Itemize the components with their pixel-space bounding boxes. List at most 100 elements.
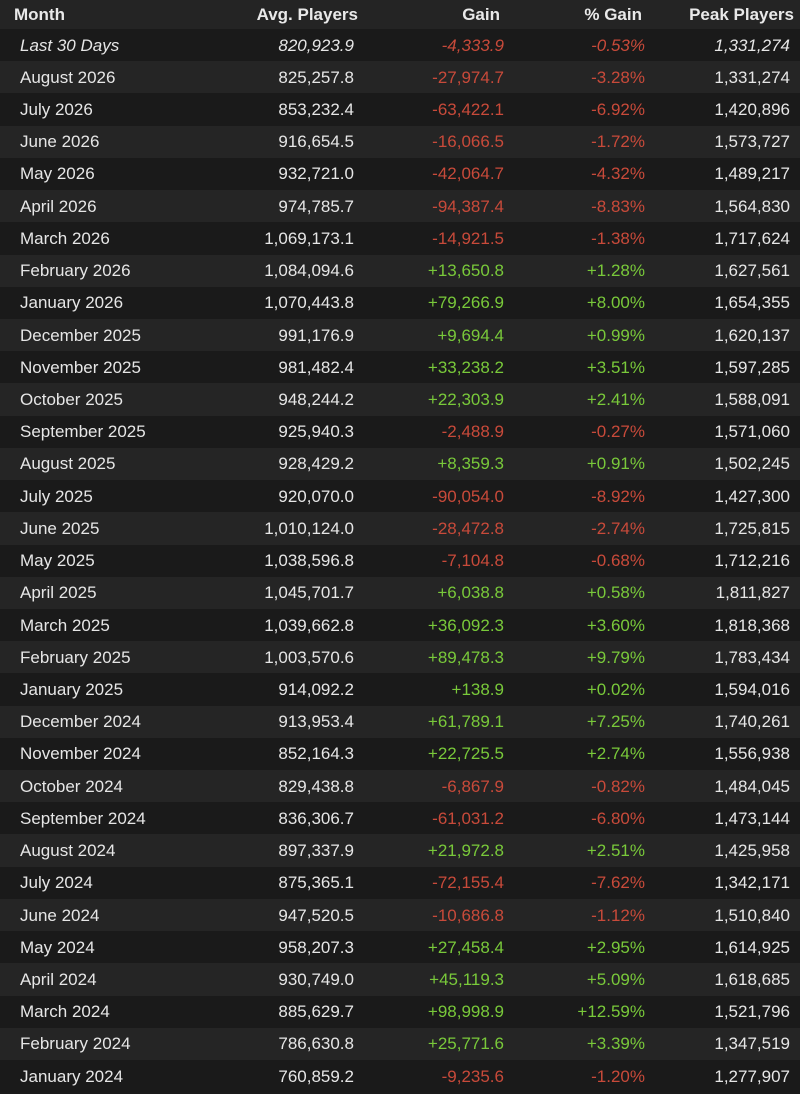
gain-cell: +138.9	[451, 679, 504, 699]
avg-players-cell: 916,654.5	[278, 132, 354, 152]
avg-players-cell: 930,749.0	[278, 969, 354, 989]
gain-cell: -72,155.4	[432, 873, 504, 893]
peak-players-cell: 1,473,144	[714, 808, 790, 828]
table-row: April 2025 1,045,701.7 +6,038.8 +0.58% 1,811…	[0, 576, 800, 609]
peak-players-cell: 1,740,261	[714, 712, 790, 732]
avg-players-cell: 981,482.4	[278, 357, 354, 377]
table-row: December 2025 991,176.9 +9,694.4 +0.99% 1,62…	[0, 318, 800, 352]
peak-players-cell: 1,783,434	[714, 647, 790, 667]
gain-cell: -16,066.5	[432, 132, 504, 152]
peak-players-cell: 1,654,355	[714, 293, 790, 313]
table-row: August 2025 928,429.2 +8,359.3 +0.91% 1,502,…	[0, 447, 800, 481]
avg-players-cell: 1,070,443.8	[264, 293, 354, 313]
peak-players-cell: 1,347,519	[714, 1034, 790, 1054]
gain-cell: +25,771.6	[427, 1034, 504, 1054]
avg-players-cell: 853,232.4	[278, 100, 354, 120]
percent-gain-cell: -0.53%	[591, 35, 645, 55]
avg-players-cell: 913,953.4	[278, 712, 354, 732]
avg-players-cell: 820,923.9	[278, 35, 354, 55]
avg-players-cell: 1,045,701.7	[264, 583, 354, 603]
avg-players-cell: 760,859.2	[278, 1066, 354, 1086]
header-percent-gain[interactable]: % Gain	[510, 6, 655, 23]
percent-gain-cell: -1.38%	[591, 228, 645, 248]
gain-cell: -7,104.8	[441, 551, 504, 571]
peak-players-cell: 1,811,827	[715, 583, 790, 603]
table-header: Month Avg. Players Gain % Gain Peak Play…	[0, 0, 800, 29]
table-row: January 2026 1,070,443.8 +79,266.9 +8.00% 1,…	[0, 286, 800, 319]
table-body: Last 30 Days 820,923.9 -4,333.9 -0.53% 1,331…	[0, 29, 800, 1093]
month-cell: March 2026	[20, 228, 110, 248]
avg-players-cell: 1,010,124.0	[264, 518, 354, 538]
month-cell: July 2026	[20, 100, 93, 120]
gain-cell: -14,921.5	[432, 228, 504, 248]
table-row: November 2025 981,482.4 +33,238.2 +3.51% 1,5…	[0, 351, 800, 384]
month-cell: May 2026	[20, 164, 95, 184]
peak-players-cell: 1,342,171	[714, 873, 790, 893]
avg-players-cell: 925,940.3	[278, 422, 354, 442]
avg-players-cell: 825,257.8	[278, 67, 354, 87]
gain-cell: -4,333.9	[441, 35, 504, 55]
percent-gain-cell: +1.28%	[586, 261, 645, 281]
table-row: July 2026 853,232.4 -63,422.1 -6.92% 1,420,8…	[0, 93, 800, 126]
month-cell: June 2025	[20, 518, 100, 538]
gain-cell: +45,119.3	[429, 969, 504, 989]
player-stats-table: Month Avg. Players Gain % Gain Peak Play…	[0, 0, 800, 1094]
month-cell: February 2024	[20, 1034, 131, 1054]
avg-players-cell: 958,207.3	[278, 937, 354, 957]
table-row: November 2024 852,164.3 +22,725.5 +2.74% 1,5…	[0, 737, 800, 771]
percent-gain-cell: -4.32%	[591, 164, 645, 184]
percent-gain-cell: +8.00%	[586, 293, 645, 313]
peak-players-cell: 1,818,368	[714, 615, 790, 635]
peak-players-cell: 1,627,561	[714, 261, 790, 281]
header-peak-players[interactable]: Peak Players	[655, 6, 800, 23]
percent-gain-cell: +0.58%	[586, 583, 645, 603]
peak-players-cell: 1,277,907	[714, 1066, 790, 1086]
avg-players-cell: 786,630.8	[278, 1034, 354, 1054]
header-month[interactable]: Month	[0, 6, 215, 23]
percent-gain-cell: +7.25%	[586, 712, 645, 732]
header-avg-players[interactable]: Avg. Players	[215, 6, 360, 23]
peak-players-cell: 1,571,060	[714, 422, 790, 442]
peak-players-cell: 1,564,830	[714, 196, 790, 216]
header-gain[interactable]: Gain	[360, 6, 510, 23]
month-cell: September 2025	[20, 422, 146, 442]
avg-players-cell: 932,721.0	[278, 164, 354, 184]
peak-players-cell: 1,620,137	[714, 325, 790, 345]
peak-players-cell: 1,717,624	[714, 228, 790, 248]
month-cell: January 2026	[20, 293, 124, 313]
table-row: February 2026 1,084,094.6 +13,650.8 +1.28% 1…	[0, 254, 800, 287]
gain-cell: -42,064.7	[432, 164, 504, 184]
month-cell: January 2024	[20, 1066, 124, 1086]
avg-players-cell: 991,176.9	[278, 325, 354, 345]
avg-players-cell: 914,092.2	[278, 679, 354, 699]
percent-gain-cell: -6.92%	[591, 100, 645, 120]
avg-players-cell: 1,084,094.6	[264, 261, 354, 281]
table-row: August 2024 897,337.9 +21,972.8 +2.51% 1,425…	[0, 834, 800, 867]
gain-cell: -28,472.8	[432, 518, 504, 538]
peak-players-cell: 1,597,285	[714, 357, 790, 377]
month-cell: March 2025	[20, 615, 110, 635]
gain-cell: -27,974.7	[432, 67, 504, 87]
avg-players-cell: 1,038,596.8	[264, 551, 354, 571]
month-cell: April 2024	[20, 969, 97, 989]
avg-players-cell: 920,070.0	[278, 486, 354, 506]
percent-gain-cell: -8.92%	[591, 486, 645, 506]
table-row: October 2025 948,244.2 +22,303.9 +2.41% 1,58…	[0, 383, 800, 416]
gain-cell: +36,092.3	[427, 615, 504, 635]
table-row: July 2024 875,365.1 -72,155.4 -7.62% 1,342,1…	[0, 866, 800, 899]
month-cell: January 2025	[20, 679, 124, 699]
gain-cell: +22,725.5	[427, 744, 504, 764]
table-row: May 2026 932,721.0 -42,064.7 -4.32% 1,489,21…	[0, 157, 800, 191]
gain-cell: +33,238.2	[427, 357, 504, 377]
avg-players-cell: 947,520.5	[278, 905, 354, 925]
month-cell: April 2025	[20, 583, 97, 603]
month-cell: June 2026	[20, 132, 100, 152]
table-row: June 2026 916,654.5 -16,066.5 -1.72% 1,573,7…	[0, 125, 800, 158]
month-cell: November 2025	[20, 357, 141, 377]
gain-cell: +8,359.3	[437, 454, 504, 474]
avg-players-cell: 1,003,570.6	[264, 647, 354, 667]
gain-cell: -61,031.2	[432, 808, 504, 828]
gain-cell: +21,972.8	[427, 841, 504, 861]
month-cell: July 2024	[20, 873, 93, 893]
month-cell: August 2024	[20, 841, 116, 861]
